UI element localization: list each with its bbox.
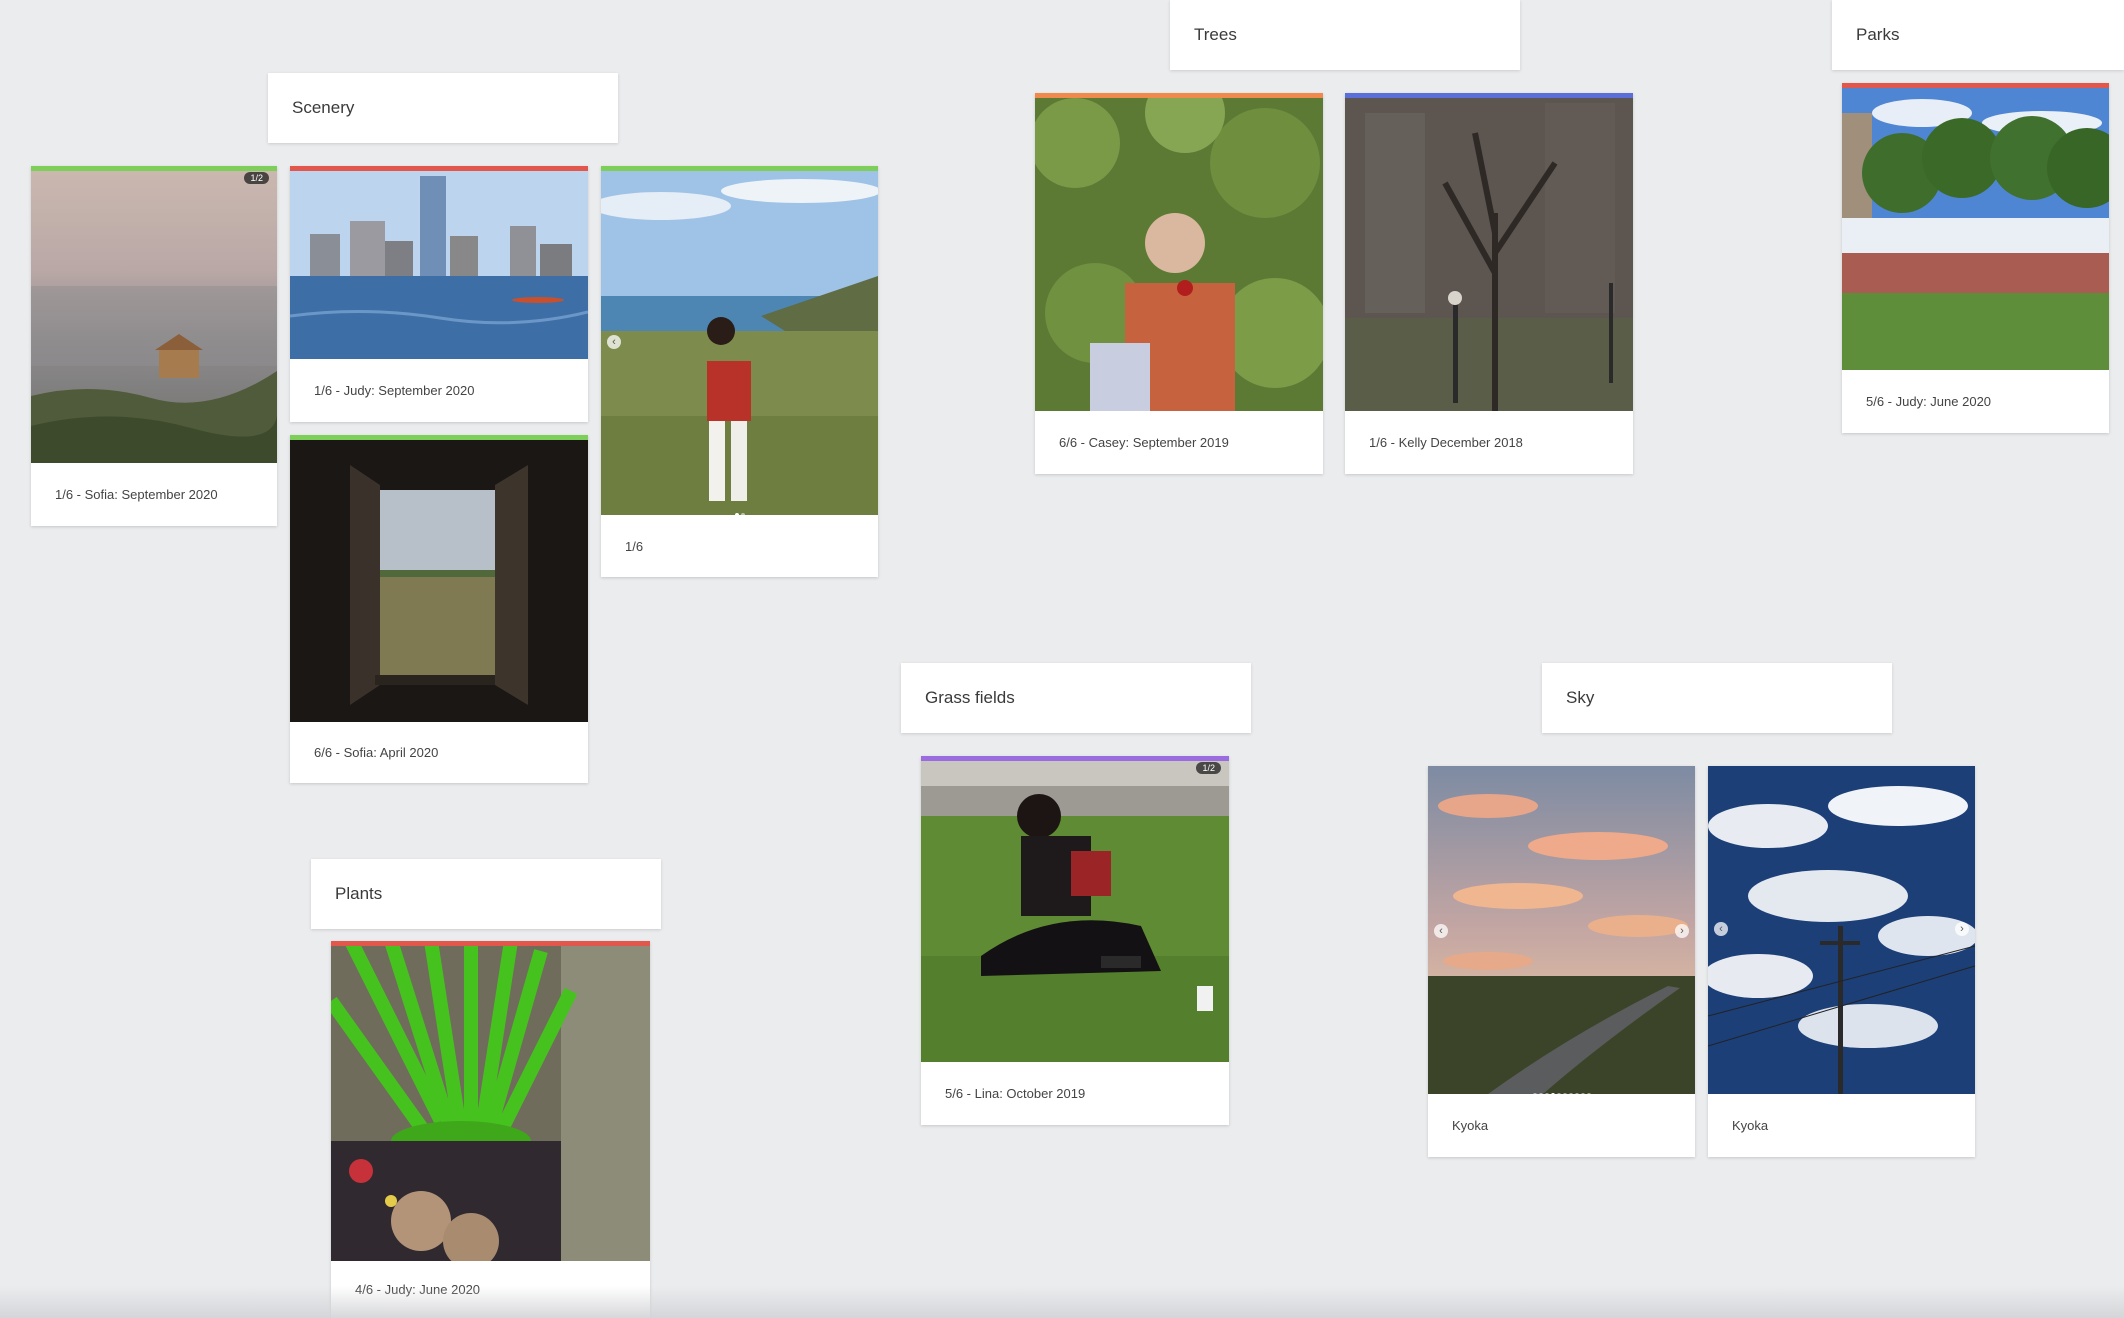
color-stripe bbox=[290, 166, 588, 171]
color-stripe bbox=[1842, 83, 2109, 88]
photo-image bbox=[1035, 93, 1323, 411]
photo-card[interactable]: 1/6 - Judy: September 2020 bbox=[290, 166, 588, 422]
photo-card[interactable]: 6/6 - Casey: September 2019 bbox=[1035, 93, 1323, 474]
group-title: Grass fields bbox=[925, 688, 1015, 707]
photo-card[interactable]: 5/6 - Judy: June 2020 bbox=[1842, 83, 2109, 433]
photo-caption: 1/6 bbox=[625, 538, 644, 554]
photo-card[interactable]: 6/6 - Sofia: April 2020 bbox=[290, 435, 588, 783]
carousel-dots bbox=[601, 504, 878, 522]
color-stripe bbox=[331, 941, 650, 946]
group-title: Sky bbox=[1566, 688, 1595, 707]
photo-image bbox=[1708, 766, 1975, 1094]
prev-photo-button[interactable]: ‹ bbox=[607, 335, 621, 349]
page-count-badge: 1/2 bbox=[244, 172, 269, 184]
photo-card[interactable]: ‹ 1/6 bbox=[601, 166, 878, 577]
group-label-trees[interactable]: Trees bbox=[1170, 0, 1520, 70]
photo-card[interactable]: 1/2 5/6 - Lina: October 2019 bbox=[921, 756, 1229, 1125]
photo-image bbox=[921, 756, 1229, 1062]
group-title: Parks bbox=[1856, 25, 1900, 44]
color-stripe bbox=[31, 166, 277, 171]
color-stripe bbox=[290, 435, 588, 440]
photo-caption: 1/6 - Sofia: September 2020 bbox=[55, 487, 218, 502]
photo-image bbox=[290, 435, 588, 722]
photo-card[interactable]: ‹ › Kyoka bbox=[1428, 766, 1695, 1157]
photo-card[interactable]: 4/6 - Judy: June 2020 bbox=[331, 941, 650, 1318]
photo-card[interactable]: 1/2 1/6 - Sofia: September 2020 bbox=[31, 166, 277, 526]
color-stripe bbox=[1035, 93, 1323, 98]
photo-image bbox=[331, 941, 650, 1261]
photo-image bbox=[1428, 766, 1695, 1094]
next-photo-button[interactable]: › bbox=[1675, 924, 1689, 938]
photo-card[interactable]: 1/6 - Kelly December 2018 bbox=[1345, 93, 1633, 474]
page-count-badge: 1/2 bbox=[1196, 762, 1221, 774]
photo-image bbox=[601, 166, 878, 515]
color-stripe bbox=[601, 166, 878, 171]
bottom-scroll-shade bbox=[0, 1286, 2124, 1318]
photo-image bbox=[290, 166, 588, 359]
group-label-scenery[interactable]: Scenery bbox=[268, 73, 618, 143]
photo-caption: 1/6 - Judy: September 2020 bbox=[314, 383, 475, 398]
photo-caption: Kyoka bbox=[1452, 1118, 1489, 1133]
photo-caption: 6/6 - Casey: September 2019 bbox=[1059, 435, 1229, 450]
group-label-grass-fields[interactable]: Grass fields bbox=[901, 663, 1251, 733]
photo-image bbox=[1345, 93, 1633, 411]
group-title: Scenery bbox=[292, 98, 355, 117]
color-stripe bbox=[921, 756, 1229, 761]
color-stripe bbox=[1345, 93, 1633, 98]
photo-caption: 6/6 - Sofia: April 2020 bbox=[314, 745, 439, 760]
group-title: Trees bbox=[1194, 25, 1237, 44]
group-title: Plants bbox=[335, 884, 383, 903]
photo-caption: Kyoka bbox=[1732, 1118, 1769, 1133]
photo-image bbox=[31, 166, 277, 463]
group-label-plants[interactable]: Plants bbox=[311, 859, 661, 929]
photo-caption: 1/6 - Kelly December 2018 bbox=[1369, 435, 1523, 450]
photo-image bbox=[1842, 83, 2109, 370]
prev-photo-button[interactable]: ‹ bbox=[1714, 922, 1728, 936]
group-label-sky[interactable]: Sky bbox=[1542, 663, 1892, 733]
prev-photo-button[interactable]: ‹ bbox=[1434, 924, 1448, 938]
next-photo-button[interactable]: › bbox=[1955, 922, 1969, 936]
carousel-dots bbox=[1428, 1084, 1695, 1102]
photo-caption: 5/6 - Lina: October 2019 bbox=[945, 1086, 1086, 1101]
photo-card[interactable]: ‹ › Kyoka bbox=[1708, 766, 1975, 1157]
group-label-parks[interactable]: Parks bbox=[1832, 0, 2124, 70]
photo-caption: 5/6 - Judy: June 2020 bbox=[1866, 394, 1992, 409]
